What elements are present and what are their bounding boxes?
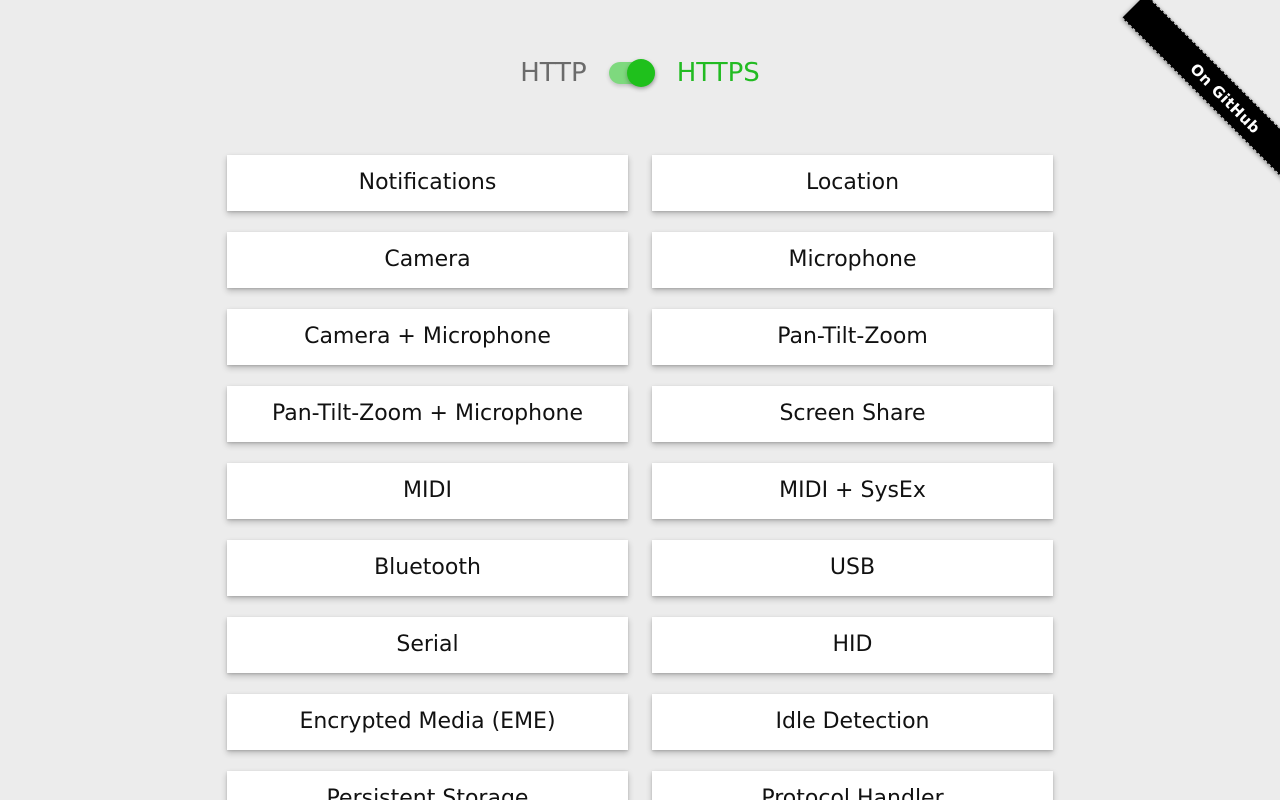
permission-button[interactable]: USB: [652, 540, 1053, 596]
permission-button[interactable]: Notifications: [227, 155, 628, 211]
github-ribbon-link[interactable]: On GitHub: [1121, 0, 1280, 190]
scheme-label-http: HTTP: [520, 58, 587, 88]
scheme-toggle-knob: [626, 59, 655, 87]
permission-button[interactable]: Protocol Handler: [652, 771, 1053, 800]
github-ribbon: On GitHub: [1090, 0, 1280, 190]
permission-button[interactable]: Screen Share: [652, 386, 1053, 442]
permission-button[interactable]: MIDI: [227, 463, 628, 519]
permission-button[interactable]: Camera + Microphone: [227, 309, 628, 365]
permission-button[interactable]: Microphone: [652, 232, 1053, 288]
scheme-toggle-bar: HTTP HTTPS: [0, 58, 1280, 88]
app-root: On GitHub HTTP HTTPS Notifications Locati…: [0, 0, 1280, 800]
scheme-toggle-switch[interactable]: [608, 59, 655, 87]
permission-button[interactable]: Bluetooth: [227, 540, 628, 596]
scheme-label-https: HTTPS: [676, 58, 760, 88]
permission-button[interactable]: HID: [652, 617, 1053, 673]
permission-button[interactable]: Pan-Tilt-Zoom: [652, 309, 1053, 365]
permission-button[interactable]: Serial: [227, 617, 628, 673]
permission-button[interactable]: MIDI + SysEx: [652, 463, 1053, 519]
permission-button[interactable]: Idle Detection: [652, 694, 1053, 750]
permission-button[interactable]: Location: [652, 155, 1053, 211]
permission-button[interactable]: Pan-Tilt-Zoom + Microphone: [227, 386, 628, 442]
permission-button[interactable]: Encrypted Media (EME): [227, 694, 628, 750]
permission-button[interactable]: Camera: [227, 232, 628, 288]
permission-button[interactable]: Persistent Storage: [227, 771, 628, 800]
permission-button-grid: Notifications Location Camera Microphone Cam…: [227, 155, 1053, 800]
